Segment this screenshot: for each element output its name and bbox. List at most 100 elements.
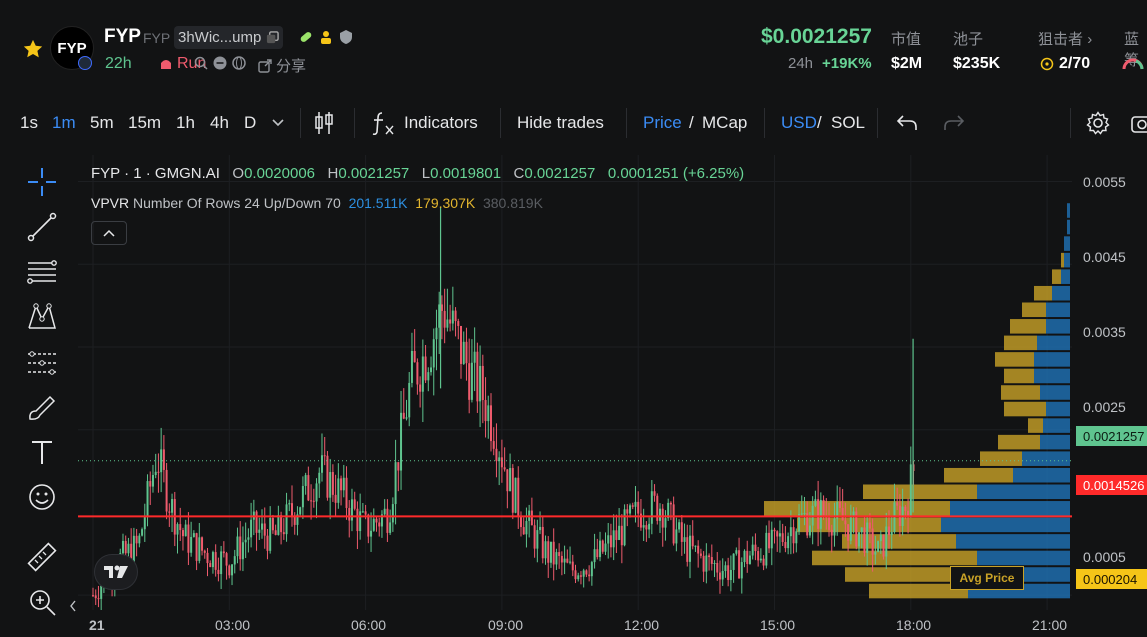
- candle-body: [149, 481, 152, 487]
- snipers-label-text: 狙击者: [1038, 31, 1084, 48]
- candle-body: [552, 541, 555, 565]
- candle-body: [312, 500, 315, 502]
- market-cap-value: $2M: [891, 55, 923, 72]
- horizontal-lines-icon: [27, 260, 57, 284]
- interval-dropdown-chevron-icon[interactable]: [271, 118, 285, 128]
- copy-icon[interactable]: [266, 31, 280, 44]
- toolbar-separator: [354, 108, 355, 138]
- crosshair-tool[interactable]: [24, 164, 60, 200]
- candle-body: [353, 499, 356, 509]
- camera-screenshot-icon[interactable]: [1130, 111, 1147, 135]
- candle-body: [141, 529, 144, 536]
- interval-d[interactable]: D: [244, 113, 256, 133]
- candle-body: [465, 341, 468, 364]
- vpvr-up-bar: [863, 484, 977, 500]
- candle-body: [593, 549, 596, 563]
- candle-body: [868, 522, 871, 529]
- candle-body: [255, 511, 258, 533]
- candle-body: [331, 472, 334, 495]
- contract-address[interactable]: 3hWic...ump: [174, 26, 284, 49]
- candle-body: [454, 310, 457, 322]
- telegram-icon[interactable]: [213, 56, 227, 70]
- indicators-fx-icon[interactable]: [372, 110, 396, 136]
- sol-currency-toggle[interactable]: SOL: [831, 113, 865, 133]
- candle-body: [299, 507, 302, 515]
- interval-5m[interactable]: 5m: [90, 113, 114, 133]
- candle-body: [678, 522, 681, 530]
- price-chart[interactable]: [78, 155, 1072, 610]
- candle-body: [757, 551, 760, 561]
- search-icon[interactable]: [194, 56, 208, 70]
- candle-body: [307, 475, 310, 501]
- emoji-tool[interactable]: [24, 479, 60, 515]
- usd-currency-toggle[interactable]: USD: [781, 113, 817, 133]
- share-label: 分享: [276, 58, 307, 75]
- candle-body: [680, 522, 683, 542]
- candle-change: 0.0001251 (+6.25%): [607, 165, 745, 182]
- interval-1s[interactable]: 1s: [20, 113, 38, 133]
- candle-body: [386, 508, 389, 533]
- vpvr-up-bar: [1034, 285, 1052, 301]
- pill-icon[interactable]: [298, 29, 314, 45]
- smiley-icon: [29, 484, 55, 510]
- indicators-button[interactable]: Indicators: [404, 113, 478, 133]
- website-globe-icon[interactable]: [232, 56, 246, 70]
- candle-body: [424, 356, 427, 381]
- interval-1m[interactable]: 1m: [52, 113, 76, 133]
- audit-icon[interactable]: [338, 29, 354, 45]
- candle-body: [127, 543, 130, 554]
- vpvr-down-bar: [1022, 451, 1070, 466]
- hide-trades-button[interactable]: Hide trades: [517, 113, 604, 133]
- fib-retracement-tool[interactable]: [24, 254, 60, 290]
- candle-body: [721, 571, 724, 580]
- collapse-legend-button[interactable]: [91, 221, 127, 245]
- candle-body: [432, 339, 435, 368]
- zoom-tool[interactable]: [24, 584, 60, 620]
- pattern-tool[interactable]: [24, 299, 60, 335]
- price-axis[interactable]: 0.0055 0.0045 0.0035 0.0025 0.0005 0.002…: [1076, 155, 1147, 610]
- interval-15m[interactable]: 15m: [128, 113, 161, 133]
- text-tool[interactable]: [24, 434, 60, 470]
- candle-body: [250, 519, 253, 538]
- candlestick-type-icon[interactable]: [313, 110, 335, 136]
- candle-body: [397, 462, 400, 471]
- settings-gear-icon[interactable]: [1086, 111, 1110, 135]
- snipers-label[interactable]: 狙击者 ›: [1038, 28, 1092, 49]
- brush-tool[interactable]: [24, 389, 60, 425]
- mcap-mode-toggle[interactable]: MCap: [702, 113, 747, 133]
- share-button[interactable]: 分享: [258, 55, 306, 76]
- candle-body: [530, 510, 533, 526]
- measure-tool[interactable]: [24, 539, 60, 575]
- candle-body: [789, 527, 792, 537]
- candle-body: [653, 491, 656, 496]
- prediction-tool[interactable]: [24, 344, 60, 380]
- interval-4h[interactable]: 4h: [210, 113, 229, 133]
- candle-body: [590, 562, 593, 577]
- candle-body: [514, 477, 517, 513]
- candle-body: [754, 544, 757, 552]
- trend-line-tool[interactable]: [24, 209, 60, 245]
- interval-1h[interactable]: 1h: [176, 113, 195, 133]
- candle-body: [544, 541, 547, 559]
- dev-team-icon[interactable]: [318, 29, 334, 45]
- tradingview-logo[interactable]: [94, 554, 138, 590]
- launchpad-badge-icon: [78, 56, 92, 70]
- redo-icon[interactable]: [943, 113, 965, 133]
- favorite-star-icon[interactable]: [22, 38, 44, 60]
- candle-body: [833, 518, 836, 536]
- vpvr-total-volume: 380.819K: [482, 195, 543, 211]
- vpvr-up-bar: [944, 467, 1013, 483]
- undo-icon[interactable]: [896, 113, 918, 133]
- candle-body: [211, 552, 214, 568]
- open-value: 0.0020006: [244, 165, 315, 182]
- candle-body: [261, 523, 264, 530]
- candle-body: [604, 543, 607, 552]
- candle-body: [882, 534, 885, 557]
- collapse-toolbar-chevron-icon[interactable]: [68, 599, 78, 613]
- candle-body: [135, 535, 138, 544]
- price-mode-toggle[interactable]: Price: [643, 113, 682, 133]
- candle-body: [473, 351, 476, 363]
- candle-body: [814, 499, 817, 506]
- toolbar-separator: [500, 108, 501, 138]
- candle-body: [828, 517, 831, 530]
